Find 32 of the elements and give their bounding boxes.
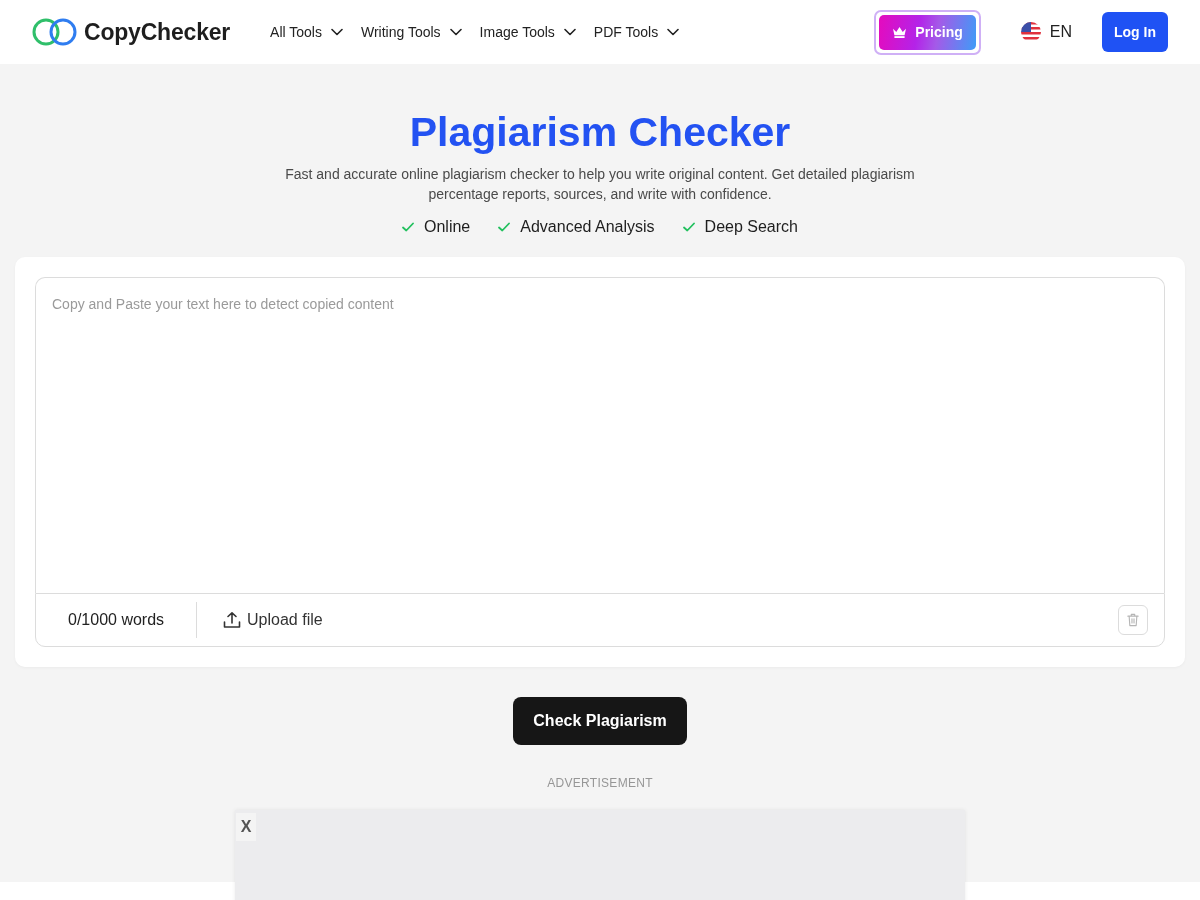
page-description: Fast and accurate online plagiarism checker to help you write original content. Get detailed plagiarism percentage reports, sources, and write with confidence. [284,165,916,204]
nav-menu-button[interactable]: Image Tools [477,20,578,44]
nav-menu-button[interactable]: All Tools [268,20,345,44]
feature-label: Deep Search [704,218,798,236]
text-input-field[interactable]: Copy and Paste your text here to detect copied content [35,277,1165,593]
nav-menu-button[interactable]: Writing Tools [358,20,464,44]
upload-icon [223,611,242,629]
logo-icon [32,17,78,47]
login-button[interactable]: Log In [1102,12,1168,52]
ad-label: ADVERTISEMENT [547,776,653,790]
check-plagiarism-button[interactable]: Check Plagiarism [513,697,687,745]
trash-icon [1127,613,1139,627]
language-selector[interactable]: EN [1018,18,1074,46]
chevron-down-icon [667,28,680,36]
upload-file-button[interactable]: Upload file [221,609,325,631]
check-icon [498,222,511,232]
chevron-down-icon [563,28,576,36]
page-title: Plagiarism Checker [409,108,791,156]
chevron-down-icon [330,28,343,36]
crown-icon [892,26,908,38]
flag-icon [1020,22,1041,42]
delete-button[interactable] [1118,605,1148,635]
feature-label: Advanced Analysis [520,218,655,236]
nav-menu-button[interactable]: PDF Tools [591,20,682,44]
pricing-button[interactable]: Pricing [879,14,976,50]
close-ad-button[interactable]: X [236,813,256,841]
word-count-text: 0/1000 words [68,611,165,629]
check-icon [402,222,414,232]
chevron-down-icon [449,28,462,36]
feature-label: Online [424,218,471,236]
logo-text: CopyChecker [84,18,231,46]
check-icon [682,222,695,232]
